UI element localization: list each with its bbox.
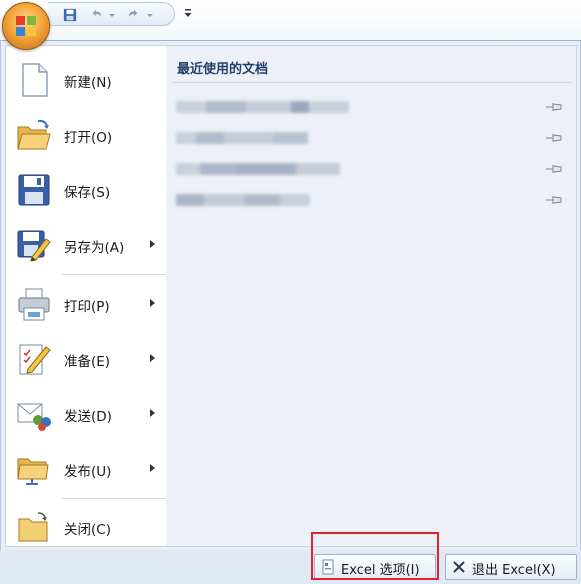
menu-item-print[interactable]: 打印(P) xyxy=(6,278,166,330)
office-logo-icon xyxy=(16,16,36,36)
undo-dropdown-icon[interactable] xyxy=(108,8,116,22)
recent-document-item[interactable] xyxy=(176,129,571,147)
menu-item-label: 发布(U) xyxy=(64,464,112,480)
pin-icon[interactable] xyxy=(545,193,565,207)
submenu-arrow-icon xyxy=(150,464,155,472)
exit-excel-label: 退出 Excel(X) xyxy=(472,563,556,578)
submenu-arrow-icon xyxy=(150,240,155,248)
menu-command-list: 新建(N) 打开(O) 保存(S) 另存为(A) 打印(P) 准备(E) 发送(… xyxy=(5,45,167,547)
prepare-icon xyxy=(19,344,51,375)
menu-item-save[interactable]: 保存(S) xyxy=(6,164,166,216)
menu-footer: Excel 选项(I) 退出 Excel(X) xyxy=(0,550,581,584)
pin-icon[interactable] xyxy=(545,162,565,176)
save-disk-icon xyxy=(18,174,50,206)
recent-document-item[interactable] xyxy=(176,191,571,209)
office-menu: 新建(N) 打开(O) 保存(S) 另存为(A) 打印(P) 准备(E) 发送(… xyxy=(0,40,581,552)
menu-item-new[interactable]: 新建(N) xyxy=(6,54,166,106)
recent-documents-pane: 最近使用的文档 xyxy=(166,45,577,547)
menu-item-open[interactable]: 打开(O) xyxy=(6,109,166,161)
recent-document-name xyxy=(176,163,340,175)
menu-item-label: 准备(E) xyxy=(64,354,111,370)
open-folder-icon xyxy=(17,119,51,150)
menu-divider xyxy=(62,498,166,499)
redo-dropdown-icon[interactable] xyxy=(146,8,154,22)
menu-item-label: 保存(S) xyxy=(64,185,111,201)
quick-access-toolbar xyxy=(0,0,581,40)
submenu-arrow-icon xyxy=(150,299,155,307)
quick-access-strip xyxy=(48,2,175,26)
recent-documents-divider xyxy=(172,82,572,83)
recent-document-name xyxy=(176,101,349,113)
recent-document-item[interactable] xyxy=(176,160,571,178)
save-as-icon xyxy=(17,230,51,262)
new-document-icon xyxy=(22,63,48,97)
recent-document-name xyxy=(176,132,308,144)
publish-icon xyxy=(17,458,49,485)
menu-item-label: 打开(O) xyxy=(64,130,113,146)
menu-item-send[interactable]: 发送(D) xyxy=(6,388,166,440)
exit-excel-button[interactable]: 退出 Excel(X) xyxy=(445,554,577,580)
pin-icon[interactable] xyxy=(545,100,565,114)
menu-item-label: 新建(N) xyxy=(64,75,112,91)
menu-item-publish[interactable]: 发布(U) xyxy=(6,443,166,495)
close-folder-icon xyxy=(18,512,48,542)
excel-options-label: Excel 选项(I) xyxy=(341,563,420,578)
recent-document-name xyxy=(176,194,310,206)
pin-icon[interactable] xyxy=(545,131,565,145)
printer-icon xyxy=(18,288,50,321)
submenu-arrow-icon xyxy=(150,409,155,417)
menu-divider xyxy=(62,274,166,275)
excel-options-button[interactable]: Excel 选项(I) xyxy=(314,554,436,580)
menu-item-label: 打印(P) xyxy=(64,299,110,315)
recent-documents-title: 最近使用的文档 xyxy=(177,62,269,77)
close-icon xyxy=(453,561,465,573)
customize-toolbar-icon[interactable] xyxy=(182,6,194,20)
office-button[interactable] xyxy=(2,2,50,50)
recent-document-item[interactable] xyxy=(176,98,571,116)
submenu-arrow-icon xyxy=(150,354,155,362)
undo-icon[interactable] xyxy=(88,8,104,22)
options-icon xyxy=(322,559,334,575)
menu-item-close[interactable]: 关闭(C) xyxy=(6,501,166,553)
menu-item-save-as[interactable]: 另存为(A) xyxy=(6,219,166,271)
menu-item-prepare[interactable]: 准备(E) xyxy=(6,333,166,385)
menu-item-label: 关闭(C) xyxy=(64,522,111,538)
save-icon[interactable] xyxy=(62,8,78,22)
menu-item-label: 另存为(A) xyxy=(64,240,125,256)
redo-icon[interactable] xyxy=(126,8,142,22)
send-icon xyxy=(17,403,51,431)
menu-item-label: 发送(D) xyxy=(64,409,112,425)
